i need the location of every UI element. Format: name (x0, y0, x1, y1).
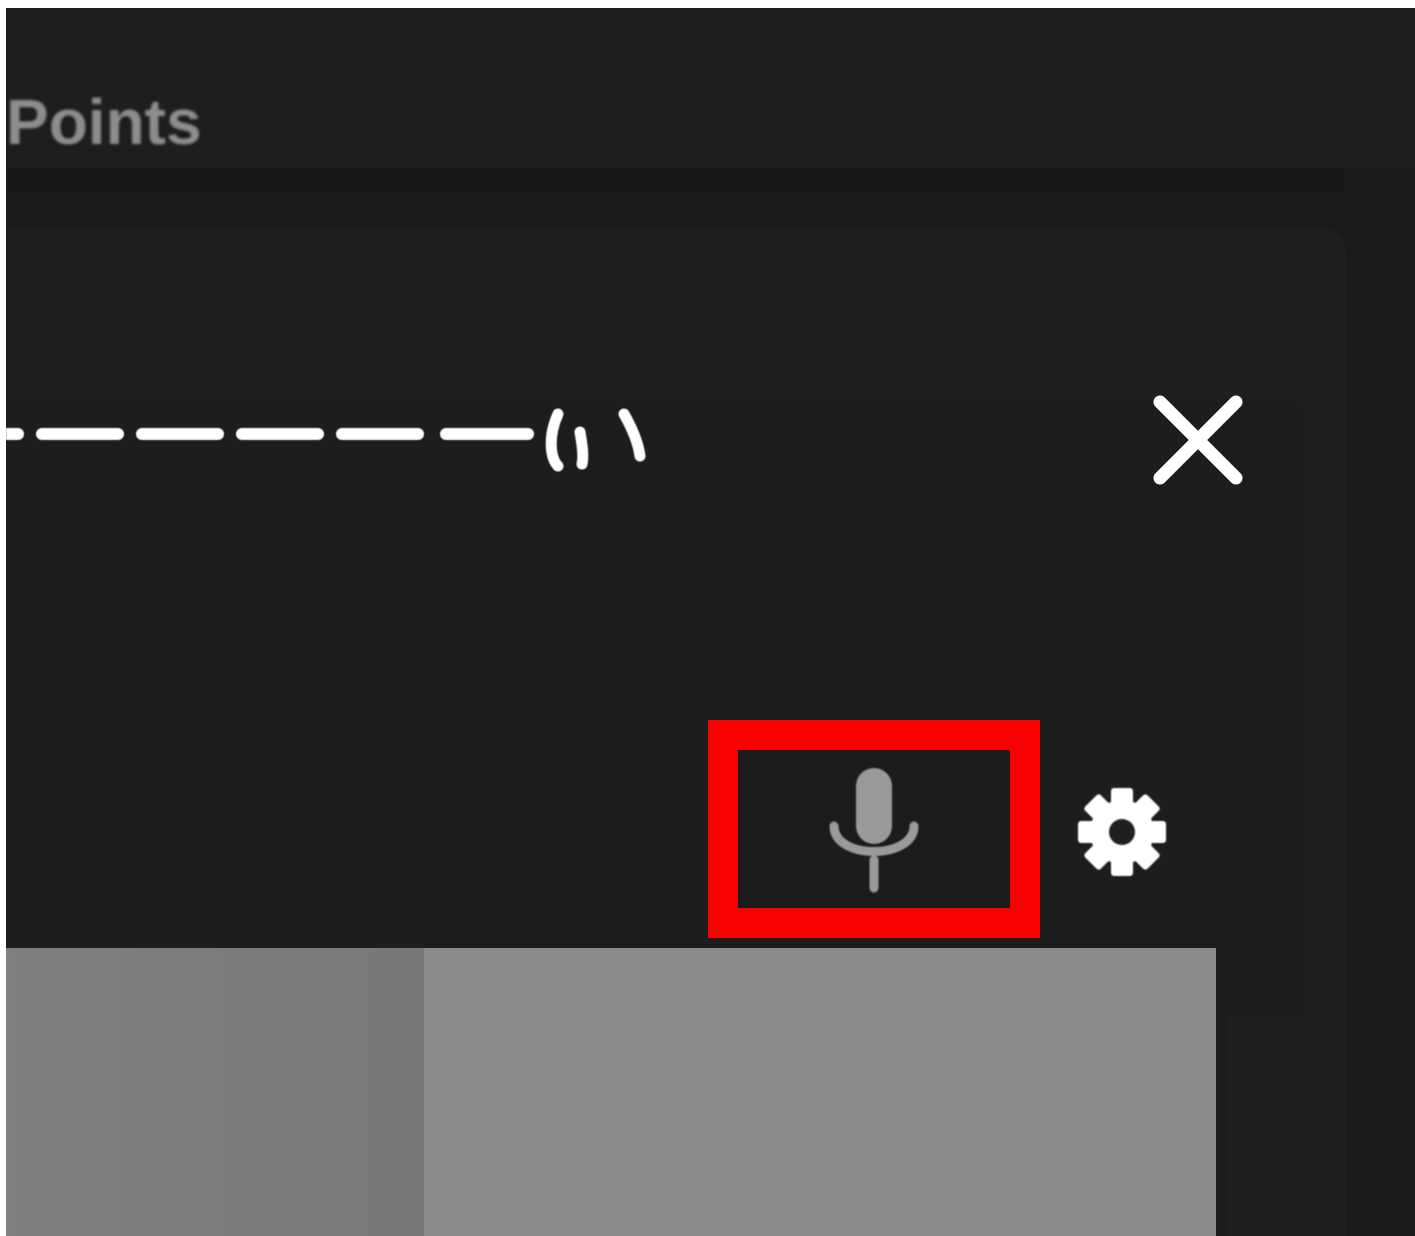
header-title: Points (6, 86, 202, 158)
app-window: Points (6, 8, 1415, 1236)
preview-edge (1216, 948, 1228, 1236)
close-icon (1153, 395, 1243, 485)
gear-icon (1078, 788, 1166, 876)
title-glyph (545, 408, 646, 472)
header-bar: Points (6, 8, 1415, 168)
right-gutter (1345, 168, 1415, 1236)
microphone-button[interactable] (708, 720, 1040, 938)
settings-button[interactable] (1074, 784, 1170, 880)
microphone-icon (829, 768, 919, 893)
preview-left-panel (6, 948, 424, 1236)
close-button[interactable] (1146, 388, 1250, 492)
preview-area (6, 948, 1216, 1236)
header-divider (6, 168, 1415, 230)
preview-right-panel (424, 948, 1216, 1236)
dialog-title (6, 408, 646, 472)
